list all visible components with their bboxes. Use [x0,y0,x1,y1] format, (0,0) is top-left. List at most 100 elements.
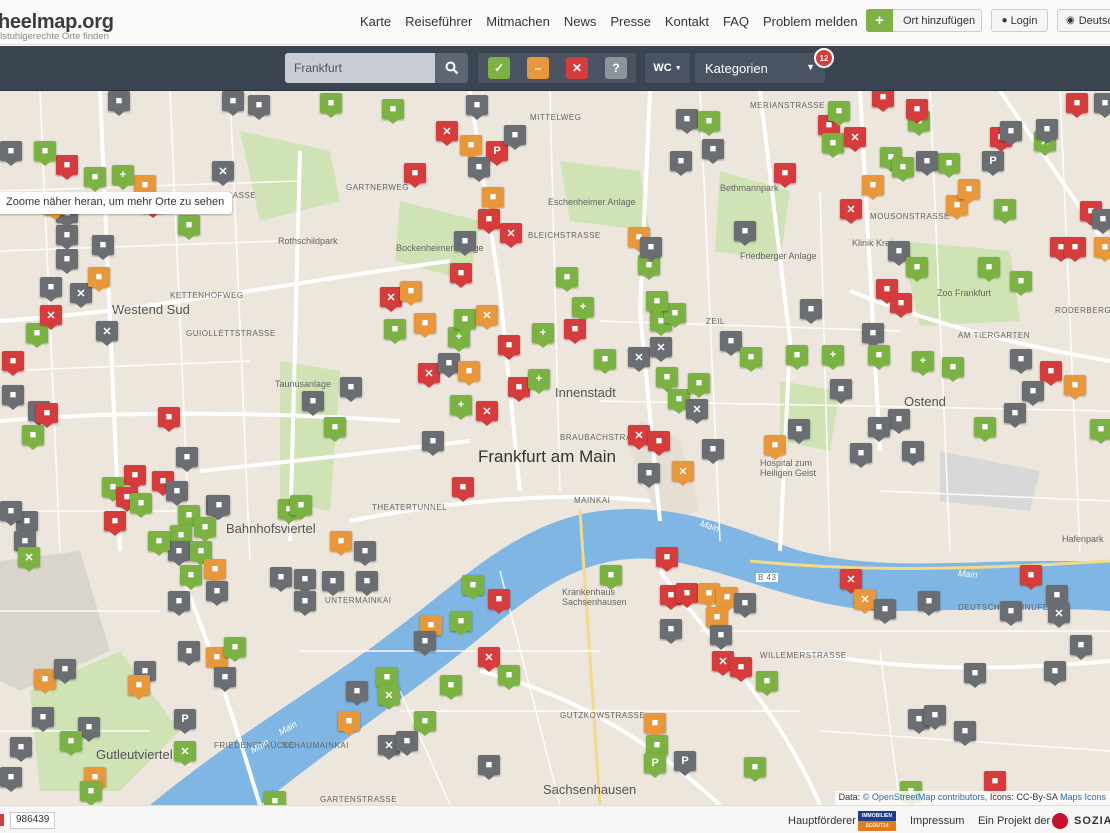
place-marker[interactable]: P [674,751,696,776]
nav-news[interactable]: News [564,14,597,29]
place-marker[interactable]: ■ [786,345,808,370]
place-marker[interactable]: ■ [440,675,462,700]
place-marker[interactable]: ■ [488,589,510,614]
place-marker[interactable]: ✕ [650,337,672,362]
nav-problem-melden[interactable]: Problem melden [763,14,858,29]
place-marker[interactable]: ■ [382,99,404,124]
place-marker[interactable]: + [528,369,550,394]
place-marker[interactable]: ■ [56,249,78,274]
place-marker[interactable]: ■ [222,91,244,116]
sozialhelden-logo-icon[interactable] [1052,813,1068,829]
place-marker[interactable]: ■ [330,531,352,556]
place-marker[interactable]: ■ [1000,121,1022,146]
place-marker[interactable]: ■ [88,267,110,292]
place-marker[interactable]: ■ [176,447,198,472]
place-marker[interactable]: ■ [906,99,928,124]
place-marker[interactable]: ■ [698,111,720,136]
place-marker[interactable]: ■ [438,353,460,378]
place-marker[interactable]: ■ [1094,237,1110,262]
place-marker[interactable]: ■ [828,101,850,126]
place-marker[interactable]: ■ [942,357,964,382]
add-place-button[interactable]: + Ort hinzufügen [866,9,982,32]
place-marker[interactable]: ✕ [672,461,694,486]
place-marker[interactable]: ✕ [212,161,234,186]
place-marker[interactable]: ■ [2,351,24,376]
place-marker[interactable]: ■ [194,517,216,542]
place-marker[interactable]: ■ [498,335,520,360]
place-marker[interactable]: ✕ [174,741,196,766]
place-marker[interactable]: ■ [868,345,890,370]
place-marker[interactable]: ■ [178,215,200,240]
place-marker[interactable]: ✕ [844,127,866,152]
place-marker[interactable]: ■ [338,711,360,736]
place-marker[interactable]: ■ [702,439,724,464]
place-marker[interactable]: ■ [354,541,376,566]
place-marker[interactable]: ■ [872,91,894,112]
place-marker[interactable]: ■ [450,611,472,636]
place-marker[interactable]: ■ [166,481,188,506]
place-marker[interactable]: ■ [964,663,986,688]
place-marker[interactable]: ■ [400,281,422,306]
place-marker[interactable]: ■ [744,757,766,782]
place-marker[interactable]: ■ [564,319,586,344]
place-marker[interactable]: ■ [206,581,228,606]
map-canvas[interactable]: Frankfurt am Main Westend Sud Innenstadt… [0,91,1110,805]
place-marker[interactable]: ■ [600,565,622,590]
place-marker[interactable]: + [822,345,844,370]
place-marker[interactable]: ■ [918,591,940,616]
place-marker[interactable]: ■ [740,347,762,372]
place-marker[interactable]: ■ [290,495,312,520]
place-marker[interactable]: ■ [1004,403,1026,428]
login-button[interactable]: ● Login [991,9,1048,32]
place-marker[interactable]: + [912,351,934,376]
place-marker[interactable]: ■ [676,583,698,608]
place-marker[interactable]: ■ [916,151,938,176]
place-marker[interactable]: ✕ [686,399,708,424]
place-marker[interactable]: ■ [730,657,752,682]
place-marker[interactable]: ■ [104,511,126,536]
place-marker[interactable]: ■ [108,91,130,116]
place-marker[interactable]: ■ [294,591,316,616]
place-marker[interactable]: ■ [324,417,346,442]
place-marker[interactable]: ■ [40,277,62,302]
place-marker[interactable]: ✕ [1048,603,1070,628]
place-marker[interactable]: ✕ [380,287,402,312]
place-marker[interactable]: ■ [676,109,698,134]
place-marker[interactable]: ■ [414,313,436,338]
place-marker[interactable]: ■ [452,477,474,502]
place-marker[interactable]: ■ [214,667,236,692]
place-marker[interactable]: ■ [974,417,996,442]
maps-icons-link[interactable]: Maps Icons [1060,792,1106,802]
place-marker[interactable]: ■ [34,141,56,166]
place-marker[interactable]: ■ [478,209,500,234]
place-marker[interactable]: ■ [1064,375,1086,400]
nav-kontakt[interactable]: Kontakt [665,14,709,29]
place-marker[interactable]: ■ [504,125,526,150]
place-marker[interactable]: ■ [34,669,56,694]
place-marker[interactable]: ■ [822,133,844,158]
place-marker[interactable]: ■ [270,567,292,592]
place-marker[interactable]: ■ [32,707,54,732]
place-marker[interactable]: ■ [80,781,102,805]
filter-yes-button[interactable]: ✓ [488,57,510,79]
filter-unknown-button[interactable]: ? [605,57,627,79]
place-marker[interactable]: ■ [756,671,778,696]
place-marker[interactable]: ■ [1066,93,1088,118]
place-marker[interactable]: ✕ [18,547,40,572]
place-marker[interactable]: ✕ [500,223,522,248]
place-marker[interactable]: ■ [648,431,670,456]
place-marker[interactable]: ■ [1000,601,1022,626]
search-button[interactable] [435,53,468,83]
place-marker[interactable]: ■ [0,501,22,526]
osm-link[interactable]: © OpenStreetMap contributors, [863,792,988,802]
place-marker[interactable]: ✕ [436,121,458,146]
place-marker[interactable]: ■ [54,659,76,684]
place-marker[interactable]: ■ [180,565,202,590]
place-marker[interactable]: ■ [1094,93,1110,118]
place-marker[interactable]: ■ [830,379,852,404]
place-marker[interactable]: ✕ [628,347,650,372]
place-marker[interactable]: ■ [656,547,678,572]
place-marker[interactable]: P [174,709,196,734]
place-marker[interactable]: ■ [1092,209,1110,234]
place-marker[interactable]: ■ [92,235,114,260]
